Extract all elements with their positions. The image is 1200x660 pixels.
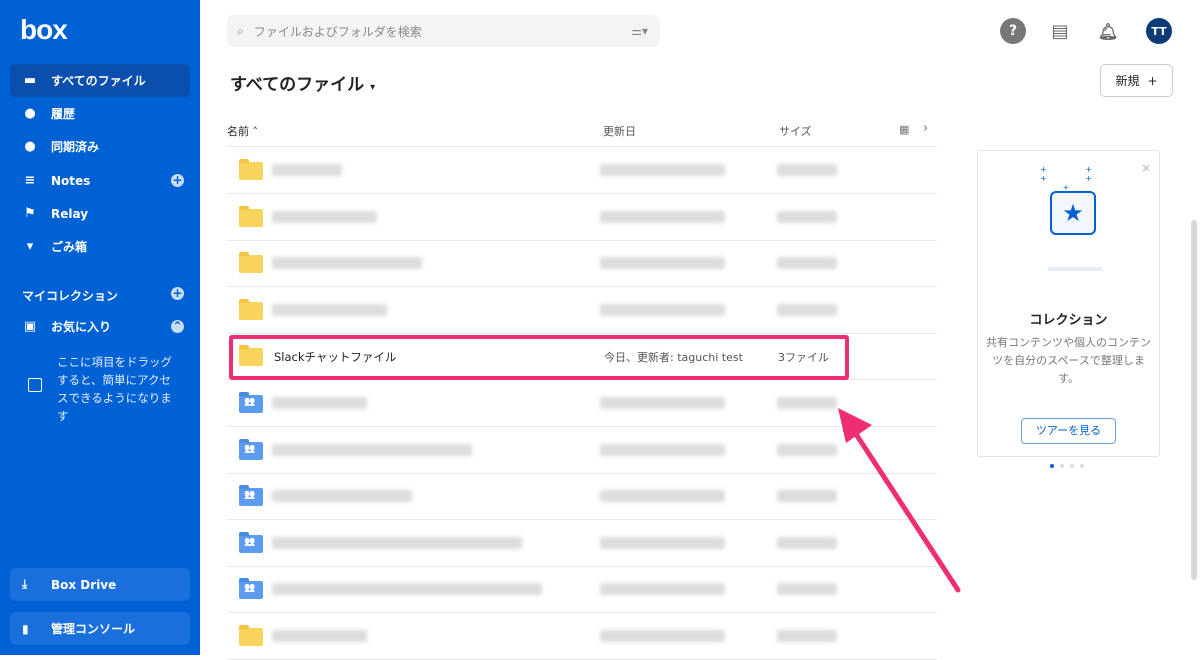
close-icon[interactable]: × [1141,161,1151,175]
sparkle-icon: + + + + + [1040,165,1110,192]
tour-button[interactable]: ツアーを見る [1021,418,1116,444]
collections-card: × ★ + + + + + コレクション 共有コンテンツや個人のコンテンツを自分… [977,150,1160,457]
card-description: 共有コンテンツや個人のコンテンツを自分のスペースで整理します。 [986,336,1151,385]
card-title: コレクション [1029,313,1108,328]
scrollbar[interactable] [1191,220,1197,580]
carousel-dots[interactable] [1050,464,1084,468]
shadow-decoration [1048,267,1103,271]
